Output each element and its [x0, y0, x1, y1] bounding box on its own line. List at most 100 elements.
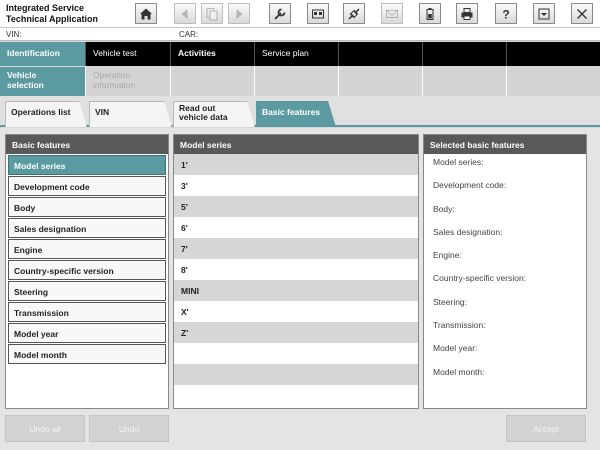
copy-button[interactable] [201, 3, 223, 24]
selected-model-series: Model series: [433, 157, 484, 167]
nav-empty-1 [339, 42, 423, 66]
model-series-row [174, 385, 418, 406]
battery-icon [426, 7, 434, 20]
subnav-operation-information-line2: information [93, 80, 136, 90]
tab-basic-features[interactable]: Basic features [256, 101, 336, 127]
title-bar: Integrated Service Technical Application… [0, 0, 600, 28]
home-icon [140, 8, 152, 19]
model-series-row[interactable]: 6' [174, 217, 418, 238]
nav-activities[interactable]: Activities [171, 42, 255, 66]
model-series-row [174, 364, 418, 385]
nav-empty-3 [507, 42, 600, 66]
feature-model-series[interactable]: Model series [8, 155, 166, 175]
model-series-panel: Model series 1' 3' 5' 6' 7' 8' MINI X' Z… [173, 134, 419, 409]
close-button[interactable] [571, 3, 593, 24]
subnav-empty-2 [255, 67, 339, 96]
undo-button[interactable]: Undo [89, 415, 169, 442]
close-icon [577, 8, 587, 19]
copy-icon [206, 7, 218, 20]
subnav-operation-information[interactable]: Operation information [86, 67, 171, 96]
sub-nav: Vehicle selection Operation information [0, 67, 600, 96]
subnav-empty-5 [507, 67, 600, 96]
vehicle-info-bar: VIN: CAR: [0, 28, 600, 41]
back-button[interactable] [174, 3, 196, 24]
mail-button[interactable] [381, 3, 403, 24]
feature-model-month[interactable]: Model month [8, 344, 166, 364]
panel-icon [312, 9, 324, 18]
model-series-row[interactable]: MINI [174, 280, 418, 301]
battery-button[interactable] [419, 3, 441, 24]
app-title-line1: Integrated Service [6, 3, 85, 13]
feature-engine[interactable]: Engine [8, 239, 166, 259]
selected-features-panel: Selected basic features Model series: De… [423, 134, 587, 409]
help-icon: ? [502, 7, 509, 21]
panel-button[interactable] [307, 3, 329, 24]
selected-transmission: Transmission: [433, 320, 486, 331]
connection-button[interactable] [343, 3, 365, 24]
help-button[interactable]: ? [495, 3, 517, 24]
feature-development-code[interactable]: Development code [8, 176, 166, 196]
feature-transmission[interactable]: Transmission [8, 302, 166, 322]
app-title-line2: Technical Application [6, 14, 99, 24]
feature-model-year[interactable]: Model year [8, 323, 166, 343]
selected-engine: Engine: [433, 250, 462, 261]
feature-country-specific-version[interactable]: Country-specific version [8, 260, 166, 280]
forward-button[interactable] [228, 3, 250, 24]
feature-steering[interactable]: Steering [8, 281, 166, 301]
mail-icon [386, 9, 398, 18]
undo-all-button[interactable]: Undo all [5, 415, 85, 442]
model-series-row[interactable]: 5' [174, 196, 418, 217]
model-series-row[interactable]: 8' [174, 259, 418, 280]
model-series-row[interactable]: 1' [174, 154, 418, 175]
connection-icon [348, 7, 360, 20]
nav-identification[interactable]: Identification [0, 42, 86, 66]
subnav-operation-information-line1: Operation [93, 70, 131, 80]
tab-vin[interactable]: VIN [89, 101, 172, 127]
print-button[interactable] [456, 3, 478, 24]
basic-features-header: Basic features [6, 135, 168, 154]
subnav-vehicle-selection-line1: Vehicle [7, 70, 37, 80]
selected-features-list: Model series: Development code: Body: Sa… [424, 154, 586, 389]
selected-steering: Steering: [433, 296, 468, 307]
selected-features-header: Selected basic features [424, 135, 586, 154]
app-title: Integrated Service Technical Application [6, 3, 98, 25]
nav-service-plan[interactable]: Service plan [255, 42, 339, 66]
arrow-left-icon [181, 8, 188, 19]
content-area: Basic features Model series Development … [0, 128, 600, 410]
model-series-header: Model series [174, 135, 418, 154]
workshop-button[interactable] [269, 3, 291, 24]
accept-button[interactable]: Accept [506, 415, 586, 442]
model-series-row[interactable]: 7' [174, 238, 418, 259]
printer-icon [461, 7, 473, 20]
vin-label: VIN: [6, 30, 22, 39]
model-series-row [174, 343, 418, 364]
car-label: CAR: [179, 30, 199, 39]
selected-country-specific-version: Country-specific version: [433, 273, 527, 284]
tab-operations-list[interactable]: Operations list [5, 101, 87, 127]
feature-sales-designation[interactable]: Sales designation [8, 218, 166, 238]
selected-model-year: Model year: [433, 343, 478, 354]
bottom-bar: Undo all Undo Accept [0, 410, 600, 450]
model-series-list: 1' 3' 5' 6' 7' 8' MINI X' Z' [174, 154, 418, 406]
subnav-empty-1 [171, 67, 255, 96]
nav-vehicle-test[interactable]: Vehicle test [86, 42, 171, 66]
svg-text:?: ? [502, 7, 509, 21]
tab-read-out-vehicle-data[interactable]: Read out vehicle data [173, 101, 255, 127]
tab-read-out-line2: vehicle data [179, 112, 228, 122]
arrow-right-icon [236, 8, 243, 19]
model-series-row[interactable]: Z' [174, 322, 418, 343]
model-series-row[interactable]: 3' [174, 175, 418, 196]
selected-body: Body: [433, 203, 455, 214]
subnav-vehicle-selection[interactable]: Vehicle selection [0, 67, 86, 96]
subnav-empty-4 [423, 67, 507, 96]
minimize-button[interactable] [533, 3, 555, 24]
nav-empty-2 [423, 42, 507, 66]
selected-model-month: Model month: [433, 366, 485, 377]
selected-sales-designation: Sales designation: [433, 226, 503, 237]
minimize-icon [538, 8, 550, 19]
selected-development-code: Development code: [433, 180, 507, 191]
main-nav: Identification Vehicle test Activities S… [0, 42, 600, 66]
model-series-row[interactable]: X' [174, 301, 418, 322]
home-button[interactable] [135, 3, 157, 24]
feature-body[interactable]: Body [8, 197, 166, 217]
